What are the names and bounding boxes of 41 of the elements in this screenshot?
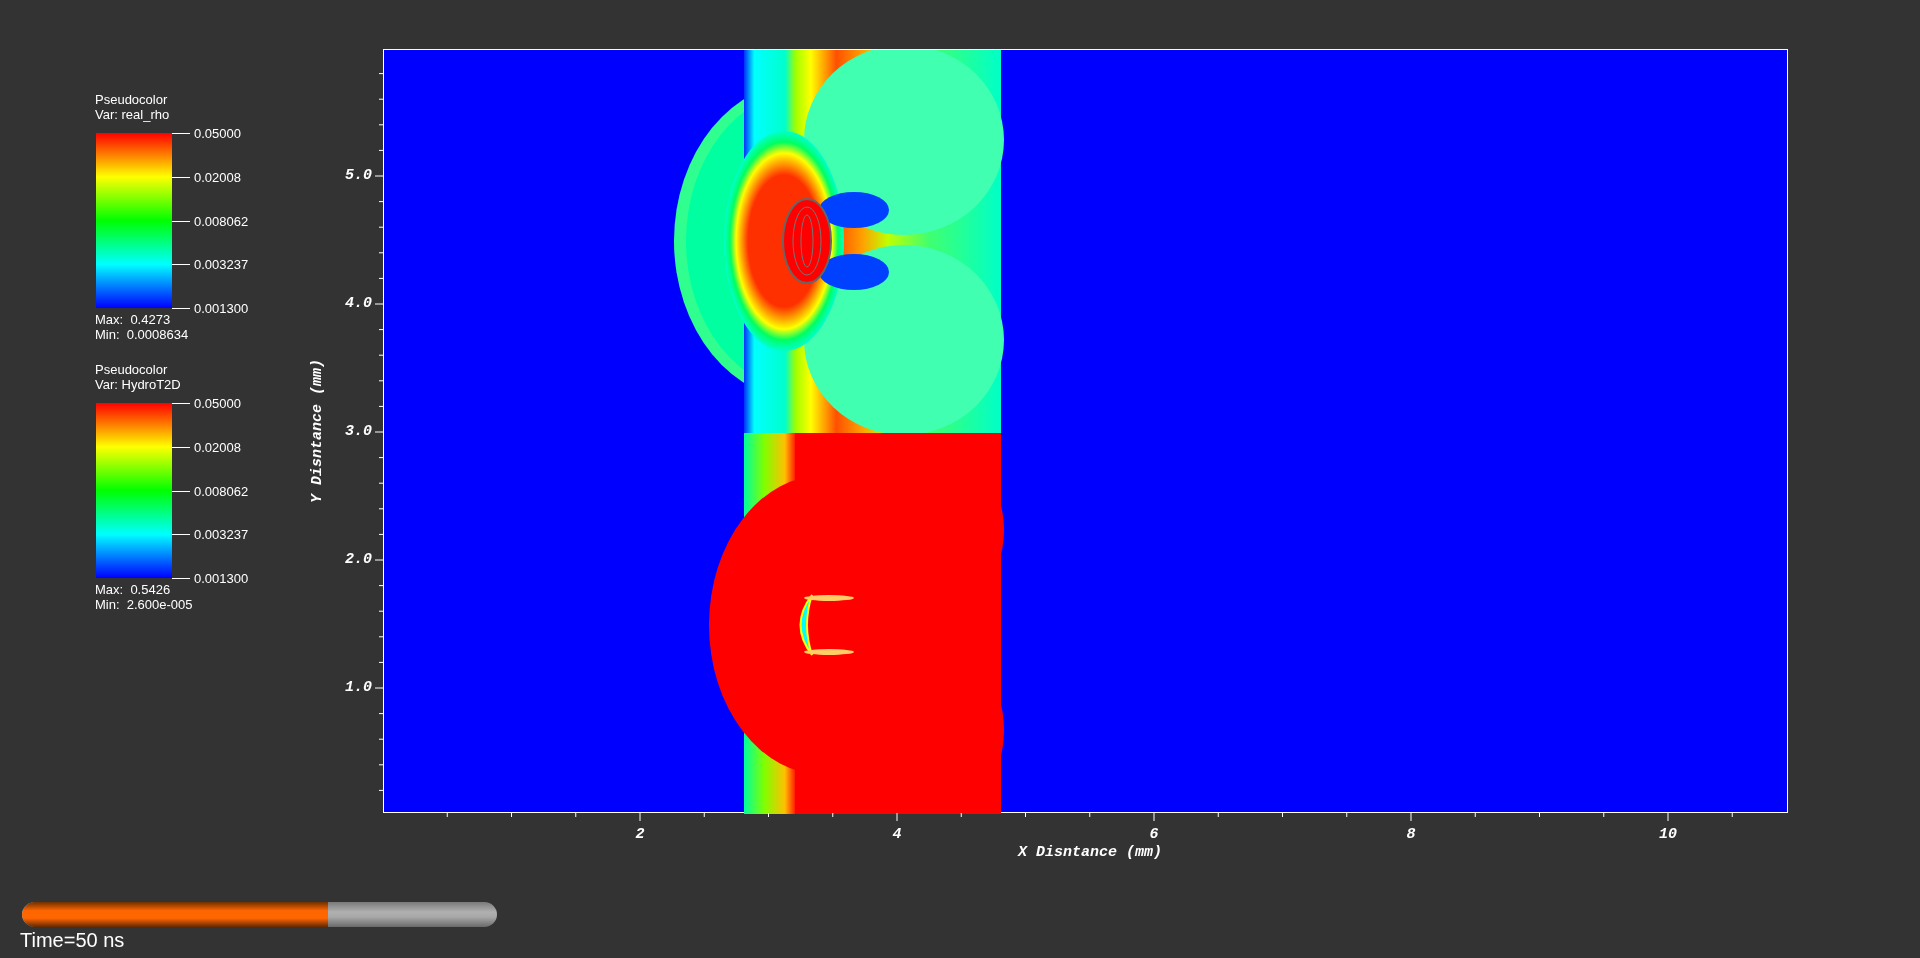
legend-tick-label: 0.008062 bbox=[194, 483, 249, 499]
legend-tick-label: 0.001300 bbox=[194, 571, 249, 586]
tick-mark bbox=[172, 578, 190, 579]
legend-tick-label: 0.003237 bbox=[194, 257, 249, 273]
legend-tick-label: 0.001300 bbox=[194, 301, 249, 316]
y-tick-label: 1.0 bbox=[344, 679, 372, 696]
tick-mark bbox=[172, 446, 190, 448]
legend-max: Max: 0.5426 bbox=[95, 582, 171, 597]
y-tick-label: 5.0 bbox=[344, 167, 372, 184]
legend-variable: Var: HydroT2D bbox=[95, 377, 181, 392]
x-tick-label: 6 bbox=[1148, 826, 1160, 843]
legend-min: Min: 0.0008634 bbox=[95, 327, 189, 342]
tick-mark bbox=[172, 264, 190, 266]
y-tick-label: 2.0 bbox=[344, 551, 372, 568]
legend-tick-label: 0.02008 bbox=[194, 169, 241, 185]
x-tick-label: 2 bbox=[634, 826, 646, 843]
tick-mark bbox=[172, 308, 190, 309]
tick-mark bbox=[172, 490, 190, 492]
legend-variable: Var: real_rho bbox=[95, 107, 170, 122]
legend-min: Min: 2.600e-005 bbox=[95, 597, 193, 612]
x-tick-label: 4 bbox=[891, 826, 903, 843]
y-axis-title: Y Disntance (mm) bbox=[309, 358, 327, 505]
tick-mark bbox=[172, 176, 190, 178]
legend-tick-label: 0.003237 bbox=[194, 527, 249, 543]
legend-tick-label: 0.05000 bbox=[194, 126, 241, 141]
tick-mark bbox=[172, 534, 190, 536]
x-tick-label: 10 bbox=[1658, 826, 1678, 843]
tick-mark bbox=[172, 133, 190, 134]
legend-max: Max: 0.4273 bbox=[95, 312, 171, 327]
legend-title: Pseudocolor bbox=[95, 362, 168, 377]
legend-tick-label: 0.05000 bbox=[194, 396, 241, 411]
legend-tick-label: 0.02008 bbox=[194, 439, 241, 455]
y-tick-label: 3.0 bbox=[344, 423, 372, 440]
x-tick-label: 8 bbox=[1405, 826, 1417, 843]
time-label: Time=50 ns bbox=[20, 928, 125, 952]
tick-mark bbox=[172, 403, 190, 404]
legend-title: Pseudocolor bbox=[95, 92, 168, 107]
x-axis-title: X Disntance (mm) bbox=[1016, 844, 1163, 861]
legend-tick-label: 0.008062 bbox=[194, 213, 249, 229]
tick-mark bbox=[172, 220, 190, 222]
y-tick-label: 4.0 bbox=[344, 295, 372, 312]
